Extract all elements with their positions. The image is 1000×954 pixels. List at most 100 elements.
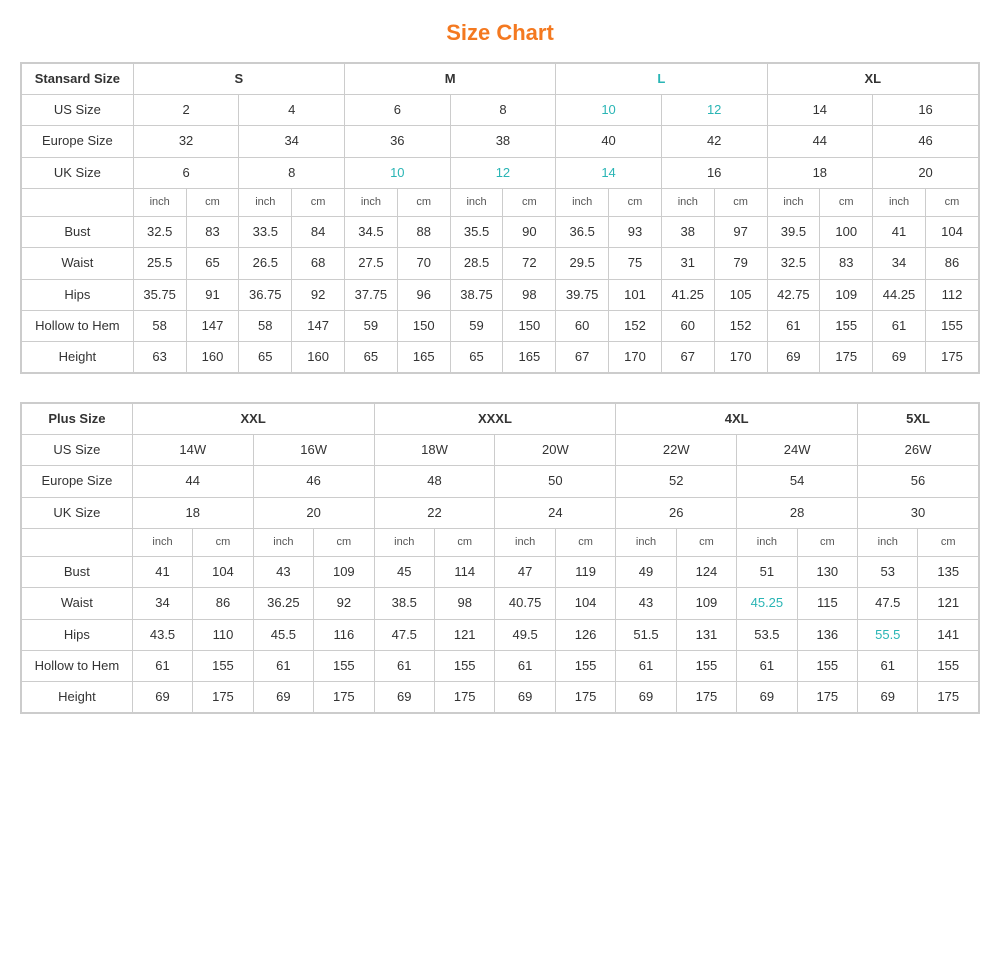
hollow-to-hem-label: Hollow to Hem: [22, 310, 134, 341]
europe-size-val: 42: [661, 126, 767, 157]
l-header: L: [556, 64, 767, 95]
hips-val: 98: [503, 279, 556, 310]
hips-val: 37.75: [345, 279, 398, 310]
unit-cm: cm: [503, 188, 556, 216]
us-size-label: US Size: [22, 95, 134, 126]
plus-hips-val: 45.5: [253, 619, 313, 650]
unit: cm: [918, 528, 979, 556]
plus-hips-val: 116: [314, 619, 374, 650]
plus-height-val: 69: [253, 681, 313, 712]
waist-val: 34: [873, 248, 926, 279]
bust-val: 90: [503, 217, 556, 248]
plus-hips-label: Hips: [22, 619, 133, 650]
height-val: 63: [133, 341, 186, 372]
plus-hips-val: 136: [797, 619, 857, 650]
unit-inch: inch: [556, 188, 609, 216]
plus-bust-val: 124: [676, 557, 736, 588]
bust-val: 83: [186, 217, 239, 248]
plus-hips-val: 47.5: [374, 619, 434, 650]
height-val: 170: [714, 341, 767, 372]
hollow-val: 155: [820, 310, 873, 341]
standard-size-label: Stansard Size: [22, 64, 134, 95]
unit: inch: [737, 528, 797, 556]
plus-hips-val: 131: [676, 619, 736, 650]
unit-inch: inch: [239, 188, 292, 216]
plus-height-val: 69: [858, 681, 918, 712]
uk-size-val: 6: [133, 157, 239, 188]
europe-size-val: 32: [133, 126, 239, 157]
table-row: Europe Size 44 46 48 50 52 54 56: [22, 466, 979, 497]
unit: inch: [495, 528, 555, 556]
table-row: Plus Size XXL XXXL 4XL 5XL: [22, 404, 979, 435]
plus-uk-val: 20: [253, 497, 374, 528]
hips-val: 38.75: [450, 279, 503, 310]
unit-cm: cm: [609, 188, 662, 216]
plus-size-table: Plus Size XXL XXXL 4XL 5XL US Size 14W 1…: [20, 402, 980, 714]
plus-bust-val: 47: [495, 557, 555, 588]
unit: inch: [374, 528, 434, 556]
standard-size-table: Stansard Size S M L XL US Size 2 4 6 8 1…: [20, 62, 980, 374]
plus-bust-val: 135: [918, 557, 979, 588]
height-val: 175: [925, 341, 978, 372]
unit: cm: [193, 528, 253, 556]
us-size-val: 14: [767, 95, 873, 126]
xxl-header: XXL: [132, 404, 374, 435]
plus-uk-val: 22: [374, 497, 495, 528]
table-row: Waist 25.5 65 26.5 68 27.5 70 28.5 72 29…: [22, 248, 979, 279]
plus-bust-val: 114: [434, 557, 494, 588]
plus-height-val: 69: [737, 681, 797, 712]
bust-val: 39.5: [767, 217, 820, 248]
plus-bust-val: 53: [858, 557, 918, 588]
hips-val: 44.25: [873, 279, 926, 310]
plus-hips-val: 121: [434, 619, 494, 650]
bust-val: 41: [873, 217, 926, 248]
plus-bust-val: 119: [555, 557, 615, 588]
waist-val: 72: [503, 248, 556, 279]
plus-uk-val: 18: [132, 497, 253, 528]
plus-height-val: 69: [132, 681, 192, 712]
unit-inch: inch: [767, 188, 820, 216]
plus-hollow-val: 155: [193, 650, 253, 681]
waist-val: 79: [714, 248, 767, 279]
table-row: UK Size 18 20 22 24 26 28 30: [22, 497, 979, 528]
height-val: 160: [292, 341, 345, 372]
unit-inch: inch: [450, 188, 503, 216]
bust-val: 38: [661, 217, 714, 248]
hollow-val: 58: [133, 310, 186, 341]
xl-header: XL: [767, 64, 979, 95]
height-val: 65: [345, 341, 398, 372]
plus-waist-val: 98: [434, 588, 494, 619]
waist-label: Waist: [22, 248, 134, 279]
plus-hollow-val: 155: [314, 650, 374, 681]
bust-val: 104: [925, 217, 978, 248]
unit-inch: inch: [133, 188, 186, 216]
xxxl-header: XXXL: [374, 404, 616, 435]
waist-val: 31: [661, 248, 714, 279]
unit-spacer: [22, 188, 134, 216]
plus-height-val: 175: [555, 681, 615, 712]
height-val: 165: [503, 341, 556, 372]
unit-inch: inch: [661, 188, 714, 216]
waist-val: 27.5: [345, 248, 398, 279]
height-val: 165: [397, 341, 450, 372]
plus-us-val: 18W: [374, 435, 495, 466]
plus-waist-val: 86: [193, 588, 253, 619]
hollow-val: 155: [925, 310, 978, 341]
height-val: 67: [556, 341, 609, 372]
hips-val: 42.75: [767, 279, 820, 310]
height-val: 69: [873, 341, 926, 372]
height-val: 65: [450, 341, 503, 372]
bust-val: 93: [609, 217, 662, 248]
height-val: 160: [186, 341, 239, 372]
europe-size-val: 38: [450, 126, 556, 157]
table-row: Bust 41 104 43 109 45 114 47 119 49 124 …: [22, 557, 979, 588]
unit: inch: [616, 528, 676, 556]
5xl-header: 5XL: [858, 404, 979, 435]
height-val: 67: [661, 341, 714, 372]
unit: cm: [676, 528, 736, 556]
plus-us-val: 14W: [132, 435, 253, 466]
s-header: S: [133, 64, 344, 95]
waist-val: 68: [292, 248, 345, 279]
plus-waist-val: 34: [132, 588, 192, 619]
plus-height-val: 175: [676, 681, 736, 712]
